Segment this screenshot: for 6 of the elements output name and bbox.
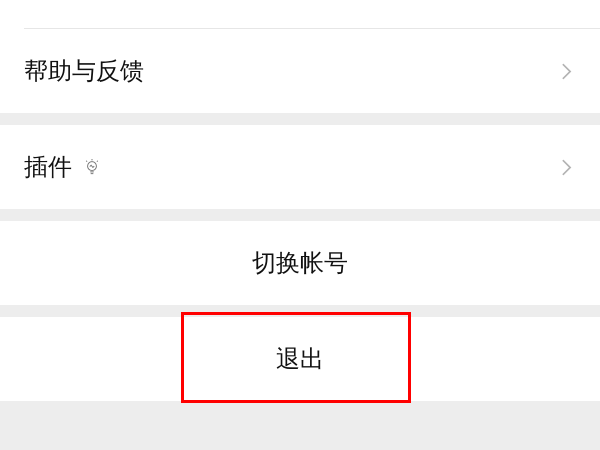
menu-label: 帮助与反馈	[24, 56, 144, 87]
menu-row[interactable]: 插件	[0, 125, 600, 209]
menu-row[interactable]: 帮助与反馈	[0, 29, 600, 113]
chevron-right-icon	[561, 158, 572, 176]
menu-label: 插件	[24, 152, 72, 183]
chevron-right-icon	[561, 62, 572, 80]
